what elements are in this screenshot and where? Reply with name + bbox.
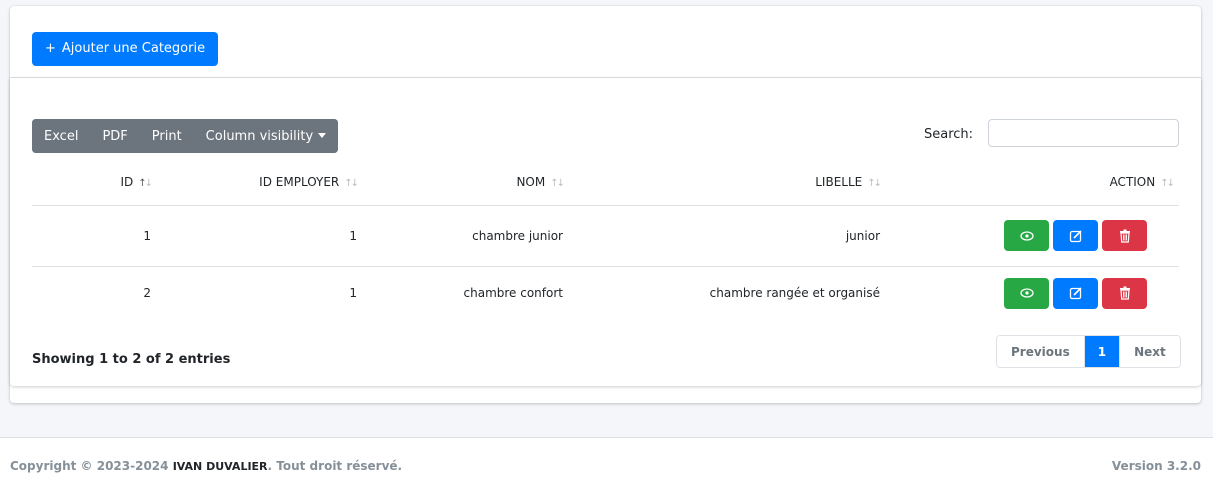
card-header: + Ajouter une Categorie [10, 6, 1201, 78]
column-visibility-button[interactable]: Column visibility [193, 119, 339, 153]
edit-icon [1069, 229, 1082, 242]
table-header-row: ID ↑↓ ID EMPLOYER ↑↓ NOM ↑↓ LIBELLE ↑↓ ACTIO… [32, 159, 1179, 206]
view-button[interactable] [1004, 220, 1049, 251]
table-row: 2 1 chambre confort chambre rangée et or… [32, 266, 1179, 320]
cell-id: 2 [143, 286, 151, 301]
footer: Copyright © 2023-2024 IVAN DUVALIER. Tou… [0, 437, 1213, 489]
delete-button[interactable] [1102, 220, 1147, 251]
pagination: Previous 1 Next [996, 335, 1181, 368]
trash-icon [1119, 286, 1130, 300]
trash-icon [1119, 229, 1130, 243]
edit-icon [1069, 287, 1082, 300]
cell-id-employer: 1 [157, 205, 363, 267]
export-button-group: Excel PDF Print Column visibility [32, 119, 339, 153]
version-text: Version 3.2.0 [1111, 459, 1201, 473]
column-visibility-label: Column visibility [205, 128, 314, 144]
search-input[interactable] [988, 119, 1179, 147]
eye-icon [1019, 230, 1034, 241]
cell-actions [886, 205, 1179, 267]
cell-id: 1 [32, 205, 157, 267]
page-1-button[interactable]: 1 [1084, 336, 1120, 367]
sort-icon: ↑↓ [1160, 177, 1175, 189]
cell-nom: chambre confort [463, 286, 563, 301]
cell-id-employer: 1 [349, 286, 357, 301]
add-category-button[interactable]: + Ajouter une Categorie [32, 32, 219, 66]
column-header-libelle[interactable]: LIBELLE ↑↓ [569, 159, 886, 206]
column-header-id[interactable]: ID ↑↓ [32, 159, 157, 206]
column-header-action[interactable]: ACTION ↑↓ [886, 159, 1179, 206]
column-header-nom[interactable]: NOM ↑↓ [363, 159, 569, 206]
sort-icon: ↑↓ [138, 177, 153, 189]
cell-actions [886, 266, 1179, 320]
author-name: IVAN DUVALIER [172, 460, 268, 473]
view-button[interactable] [1004, 277, 1049, 309]
table-row: 1 1 chambre junior junior [32, 205, 1179, 267]
edit-button[interactable] [1053, 220, 1098, 251]
sort-icon: ↑↓ [867, 177, 882, 189]
cell-libelle: junior [569, 205, 886, 267]
sort-icon: ↑↓ [550, 177, 565, 189]
category-card: + Ajouter une Categorie Excel PDF Print C… [10, 6, 1201, 403]
eye-icon [1019, 288, 1034, 298]
next-page-button[interactable]: Next [1119, 336, 1180, 367]
search-label: Search: [924, 127, 974, 142]
categories-table: ID ↑↓ ID EMPLOYER ↑↓ NOM ↑↓ LIBELLE ↑↓ ACTIO… [32, 159, 1179, 320]
print-button[interactable]: Print [139, 119, 194, 153]
column-header-id-employer[interactable]: ID EMPLOYER ↑↓ [157, 159, 363, 206]
cell-nom: chambre junior [363, 205, 569, 267]
edit-button[interactable] [1053, 277, 1098, 309]
pdf-button[interactable]: PDF [90, 119, 140, 153]
delete-button[interactable] [1102, 277, 1147, 309]
table-info: Showing 1 to 2 of 2 entries [32, 352, 231, 367]
cell-libelle: chambre rangée et organisé [709, 286, 880, 301]
add-category-label: Ajouter une Categorie [61, 41, 206, 56]
sort-icon: ↑↓ [344, 177, 359, 189]
plus-icon: + [45, 41, 56, 56]
caret-down-icon [318, 132, 327, 138]
copyright-text: Copyright © 2023-2024 IVAN DUVALIER. Tou… [10, 459, 403, 473]
previous-page-button[interactable]: Previous [997, 336, 1085, 367]
table-card: Excel PDF Print Column visibility Search… [10, 78, 1201, 386]
excel-button[interactable]: Excel [32, 119, 91, 153]
